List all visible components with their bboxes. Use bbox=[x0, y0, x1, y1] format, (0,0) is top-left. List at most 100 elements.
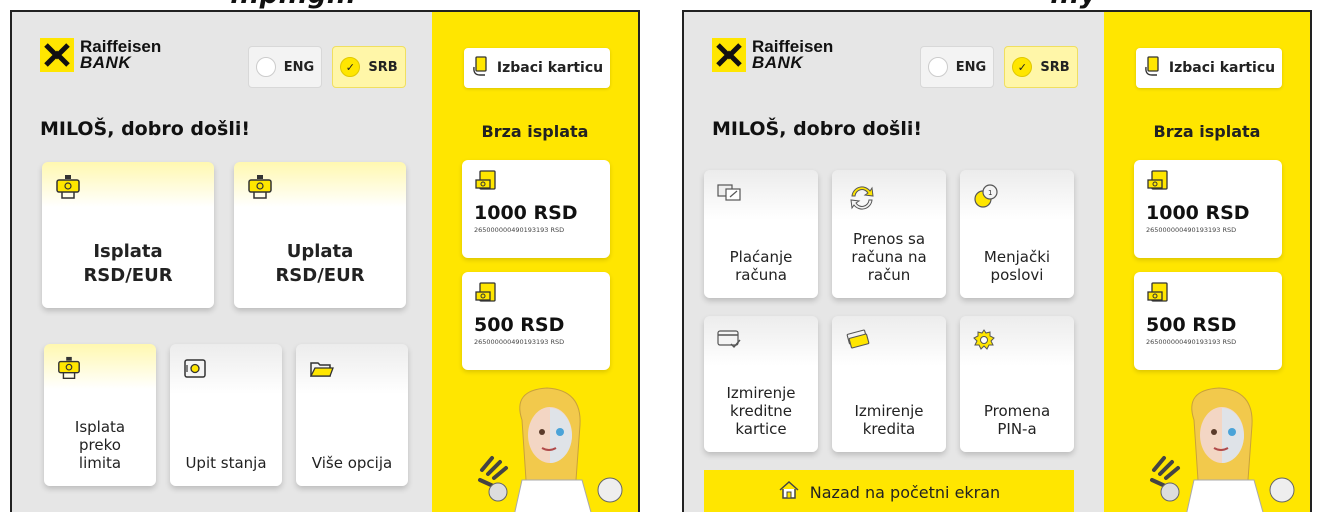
language-srb-button[interactable]: ✓ SRB bbox=[332, 46, 406, 88]
tile-label-line: PIN-a bbox=[997, 420, 1037, 438]
quick-withdraw-1000[interactable]: 1000 RSD 265000000490193193 RSD bbox=[462, 160, 610, 258]
credit-card-payment-tile[interactable]: Izmirenje kreditne kartice bbox=[704, 316, 818, 452]
quick-withdraw-panel: Izbaci karticu Brza isplata 1000 RSD 265… bbox=[1104, 12, 1310, 512]
cash-icon bbox=[474, 168, 500, 198]
tile-label-line: poslovi bbox=[990, 266, 1044, 284]
eject-card-button[interactable]: Izbaci karticu bbox=[464, 48, 610, 88]
raiffeisen-logo: Raiffeisen BANK bbox=[40, 38, 161, 72]
bill-payment-tile[interactable]: Plaćanje računa bbox=[704, 170, 818, 298]
loan-payment-tile[interactable]: Izmirenje kredita bbox=[832, 316, 946, 452]
language-eng-button[interactable]: ENG bbox=[248, 46, 322, 88]
raiffeisen-mark-icon bbox=[40, 38, 74, 72]
quick-amount: 1000 RSD bbox=[1146, 202, 1250, 224]
account-number: 265000000490193193 RSD bbox=[474, 338, 565, 346]
tile-label-line: Isplata bbox=[93, 241, 163, 262]
bill-payment-icon bbox=[716, 182, 742, 208]
welcome-message: MILOŠ, dobro došli! bbox=[40, 118, 251, 140]
brand-subtitle: BANK bbox=[80, 53, 132, 72]
tile-label-line: limita bbox=[78, 454, 122, 472]
tile-label-line: Plaćanje bbox=[729, 248, 793, 266]
home-button-label: Nazad na početni ekran bbox=[809, 482, 1001, 502]
credit-card-icon bbox=[716, 328, 742, 354]
gear-icon bbox=[972, 328, 996, 356]
cash-dispense-icon bbox=[56, 356, 82, 386]
quick-amount: 1000 RSD bbox=[474, 202, 578, 224]
cash-icon bbox=[474, 280, 500, 310]
quick-withdraw-panel: Izbaci karticu Brza isplata 1000 RSD 265… bbox=[432, 12, 638, 512]
radio-unchecked-icon bbox=[255, 57, 276, 77]
radio-checked-icon: ✓ bbox=[340, 57, 361, 77]
eject-card-label: Izbaci karticu bbox=[496, 60, 604, 76]
tile-label-line: kredita bbox=[862, 420, 916, 438]
eject-card-label: Izbaci karticu bbox=[1168, 60, 1276, 76]
pin-change-tile[interactable]: Promena PIN-a bbox=[960, 316, 1074, 452]
quick-amount: 500 RSD bbox=[474, 314, 565, 336]
cropped-caption-left: ...p...g... bbox=[230, 0, 356, 10]
withdraw-over-limit-tile[interactable]: Isplata preko limita bbox=[44, 344, 156, 486]
quick-withdraw-500[interactable]: 500 RSD 265000000490193193 RSD bbox=[462, 272, 610, 370]
language-label: ENG bbox=[283, 59, 315, 75]
welcome-message: MILOŠ, dobro došli! bbox=[712, 118, 923, 140]
language-label: SRB bbox=[368, 59, 398, 75]
tile-label-line: Isplata bbox=[74, 418, 126, 436]
tile-label-line: računa na bbox=[851, 248, 927, 266]
radio-unchecked-icon bbox=[927, 57, 948, 77]
main-panel: Raiffeisen BANK ENG ✓ SRB MILOŠ, dobro d… bbox=[684, 12, 1104, 512]
tile-label-line: RSD/EUR bbox=[275, 265, 365, 286]
cash-deposit-icon bbox=[246, 174, 274, 206]
tile-label-line: Izmirenje bbox=[726, 384, 796, 402]
brand-subtitle: BANK bbox=[752, 53, 804, 72]
tile-label-line: Više opcija bbox=[311, 454, 393, 472]
account-number: 265000000490193193 RSD bbox=[474, 226, 565, 234]
robot-assistant-illustration bbox=[452, 380, 632, 512]
quick-withdraw-title: Brza isplata bbox=[1153, 122, 1261, 141]
deposit-tile[interactable]: Uplata RSD/EUR bbox=[234, 162, 406, 308]
main-panel: Raiffeisen BANK ENG ✓ SRB MILOŠ, dobro d… bbox=[12, 12, 432, 512]
tile-label-line: kartice bbox=[735, 420, 787, 438]
cropped-caption-right: ...y bbox=[1050, 0, 1097, 10]
svg-text:1: 1 bbox=[988, 189, 992, 197]
radio-checked-icon: ✓ bbox=[1012, 57, 1033, 77]
back-to-home-button[interactable]: Nazad na početni ekran bbox=[704, 470, 1074, 512]
atm-home-screen: Raiffeisen BANK ENG ✓ SRB MILOŠ, dobro d… bbox=[10, 10, 640, 512]
tile-label-line: kreditne bbox=[729, 402, 793, 420]
account-transfer-tile[interactable]: Prenos sa računa na račun bbox=[832, 170, 946, 298]
currency-exchange-tile[interactable]: 1 Menjački poslovi bbox=[960, 170, 1074, 298]
eject-card-button[interactable]: Izbaci karticu bbox=[1136, 48, 1282, 88]
tile-label-line: Prenos sa bbox=[852, 230, 926, 248]
tile-label-line: preko bbox=[79, 436, 121, 454]
robot-assistant-illustration bbox=[1124, 380, 1304, 512]
withdraw-tile[interactable]: Isplata RSD/EUR bbox=[42, 162, 214, 308]
tile-label-line: račun bbox=[867, 266, 911, 284]
quick-withdraw-1000[interactable]: 1000 RSD 265000000490193193 RSD bbox=[1134, 160, 1282, 258]
language-label: SRB bbox=[1040, 59, 1070, 75]
cash-dispense-icon bbox=[54, 174, 82, 206]
quick-amount: 500 RSD bbox=[1146, 314, 1237, 336]
tile-label-line: RSD/EUR bbox=[83, 265, 173, 286]
quick-withdraw-title: Brza isplata bbox=[481, 122, 589, 141]
home-icon bbox=[778, 480, 800, 504]
safe-icon bbox=[182, 356, 208, 386]
more-options-tile[interactable]: Više opcija bbox=[296, 344, 408, 486]
quick-withdraw-500[interactable]: 500 RSD 265000000490193193 RSD bbox=[1134, 272, 1282, 370]
transfer-arrows-icon bbox=[846, 182, 878, 218]
tile-label-line: Izmirenje bbox=[854, 402, 924, 420]
language-srb-button[interactable]: ✓ SRB bbox=[1004, 46, 1078, 88]
cash-icon bbox=[1146, 168, 1172, 198]
balance-inquiry-tile[interactable]: Upit stanja bbox=[170, 344, 282, 486]
language-eng-button[interactable]: ENG bbox=[920, 46, 994, 88]
tile-label-line: Uplata bbox=[286, 241, 354, 262]
raiffeisen-mark-icon bbox=[712, 38, 746, 72]
money-stack-icon bbox=[844, 328, 872, 354]
language-label: ENG bbox=[955, 59, 987, 75]
account-number: 265000000490193193 RSD bbox=[1146, 226, 1237, 234]
account-number: 265000000490193193 RSD bbox=[1146, 338, 1237, 346]
tile-label-line: Menjački bbox=[983, 248, 1051, 266]
card-eject-icon bbox=[1143, 55, 1163, 81]
tile-label-line: Upit stanja bbox=[185, 454, 267, 472]
cash-icon bbox=[1146, 280, 1172, 310]
raiffeisen-logo: Raiffeisen BANK bbox=[712, 38, 833, 72]
tile-label-line: računa bbox=[735, 266, 787, 284]
tile-label-line: Promena bbox=[983, 402, 1051, 420]
card-eject-icon bbox=[471, 55, 491, 81]
